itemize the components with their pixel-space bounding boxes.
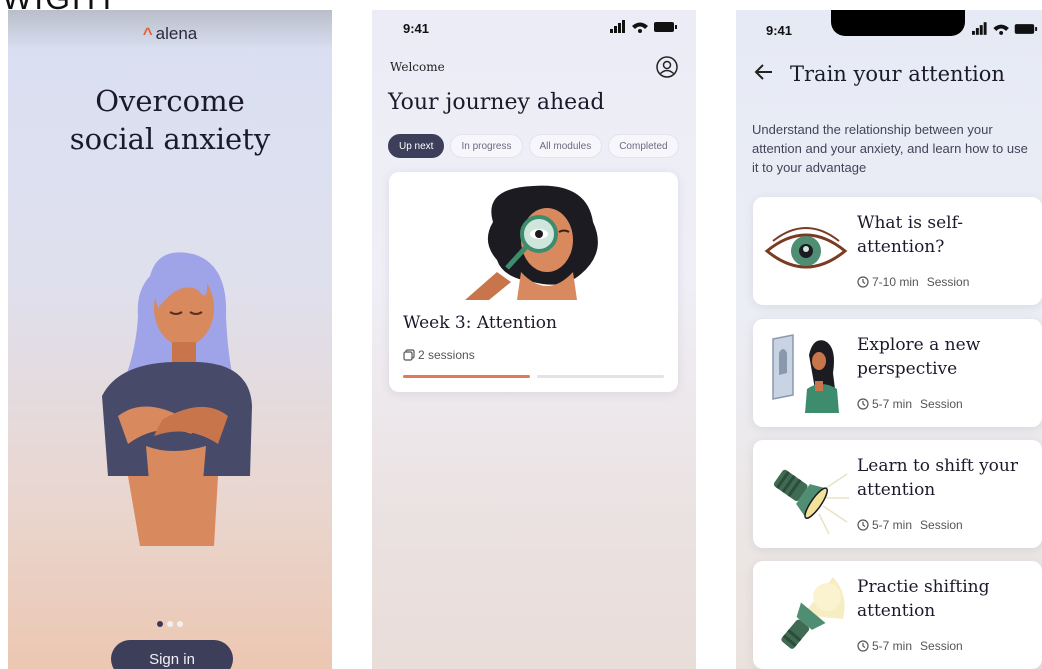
session-title: What is self-attention? <box>857 213 964 257</box>
flashlight-icon <box>773 469 849 534</box>
progress-fill <box>403 375 530 378</box>
session-meta: 5-7 min Session <box>857 397 963 411</box>
tab-in-progress[interactable]: In progress <box>450 134 523 158</box>
status-icons <box>972 22 1038 35</box>
welcome-label: Welcome <box>390 60 445 74</box>
carousel-dot-2[interactable] <box>167 621 173 627</box>
session-title: Practie shifting attention <box>857 577 990 621</box>
session-card-new-perspective[interactable]: Explore a new perspective 5-7 min Session <box>753 319 1042 427</box>
module-description: Understand the relationship between your… <box>752 122 1028 175</box>
session-duration: 5-7 min <box>872 639 913 653</box>
status-time: 9:41 <box>403 21 430 36</box>
session-type: Session <box>920 518 963 532</box>
carousel-dot-1[interactable] <box>157 621 163 627</box>
module-progress-bar <box>403 375 664 378</box>
magnifier-woman-illustration <box>465 185 598 300</box>
progress-track <box>537 375 664 378</box>
journey-screen: 9:41 Welcome Your journey ahead Up next I… <box>372 10 696 669</box>
onboarding-title: Overcome social anxiety <box>8 82 332 158</box>
session-title: Explore a new perspective <box>857 335 981 379</box>
carousel-dot-3[interactable] <box>177 621 183 627</box>
module-sessions: 2 sessions <box>403 348 475 362</box>
woman-self-hug-illustration <box>102 252 252 546</box>
status-icons <box>610 20 677 33</box>
sessions-icon <box>403 349 415 361</box>
clock-icon <box>857 519 869 531</box>
clock-icon <box>857 398 869 410</box>
clock-icon <box>857 640 869 652</box>
session-duration: 5-7 min <box>872 397 913 411</box>
session-card-self-attention[interactable]: What is self-attention? 7-10 min Session <box>753 197 1042 305</box>
session-meta: 5-7 min Session <box>857 639 963 653</box>
flashlight-beam-icon <box>781 577 845 649</box>
brand-mark-icon: ^ <box>142 24 153 43</box>
session-title: Learn to shift your attention <box>857 456 1018 500</box>
page-title: Your journey ahead <box>388 90 605 115</box>
session-type: Session <box>926 275 970 289</box>
title-line-1: Overcome <box>95 84 245 118</box>
module-title: Week 3: Attention <box>403 313 557 333</box>
session-card-practice-shifting[interactable]: Practie shifting attention 5-7 min Sessio… <box>753 561 1042 669</box>
eye-illustration <box>764 227 848 269</box>
module-card[interactable]: Week 3: Attention 2 sessions <box>389 172 678 392</box>
sign-in-button[interactable]: Sign in <box>111 640 233 669</box>
session-type: Session <box>920 639 963 653</box>
brand-logo: ^ alena <box>8 24 332 44</box>
carousel-dots[interactable] <box>8 614 332 632</box>
tab-completed[interactable]: Completed <box>608 134 679 158</box>
status-time: 9:41 <box>766 23 793 38</box>
tab-up-next[interactable]: Up next <box>388 134 445 158</box>
session-duration: 5-7 min <box>872 518 913 532</box>
session-meta: 7-10 min Session <box>857 275 969 289</box>
status-bar: 9:41 <box>736 10 1042 50</box>
sessions-count: 2 sessions <box>418 348 475 362</box>
module-detail-screen: 9:41 Train your attention Understand the… <box>736 10 1042 669</box>
onboarding-screen: ^ alena Overcome social anxiety Sign in <box>8 10 332 669</box>
title-line-2: social anxiety <box>69 122 271 156</box>
session-meta: 5-7 min Session <box>857 518 963 532</box>
status-bar: 9:41 <box>372 10 696 50</box>
profile-icon[interactable] <box>656 56 678 78</box>
session-type: Session <box>920 397 963 411</box>
session-duration: 7-10 min <box>872 275 919 289</box>
clock-icon <box>857 276 869 288</box>
back-arrow-icon[interactable] <box>754 63 774 81</box>
filter-tabs: Up next In progress All modules Completed <box>388 134 685 158</box>
mirror-woman-illustration <box>772 334 839 413</box>
tab-all-modules[interactable]: All modules <box>528 134 603 158</box>
session-card-shift-attention[interactable]: Learn to shift your attention 5-7 min Ses… <box>753 440 1042 548</box>
brand-name: alena <box>155 24 198 43</box>
module-title: Train your attention <box>790 62 1005 86</box>
